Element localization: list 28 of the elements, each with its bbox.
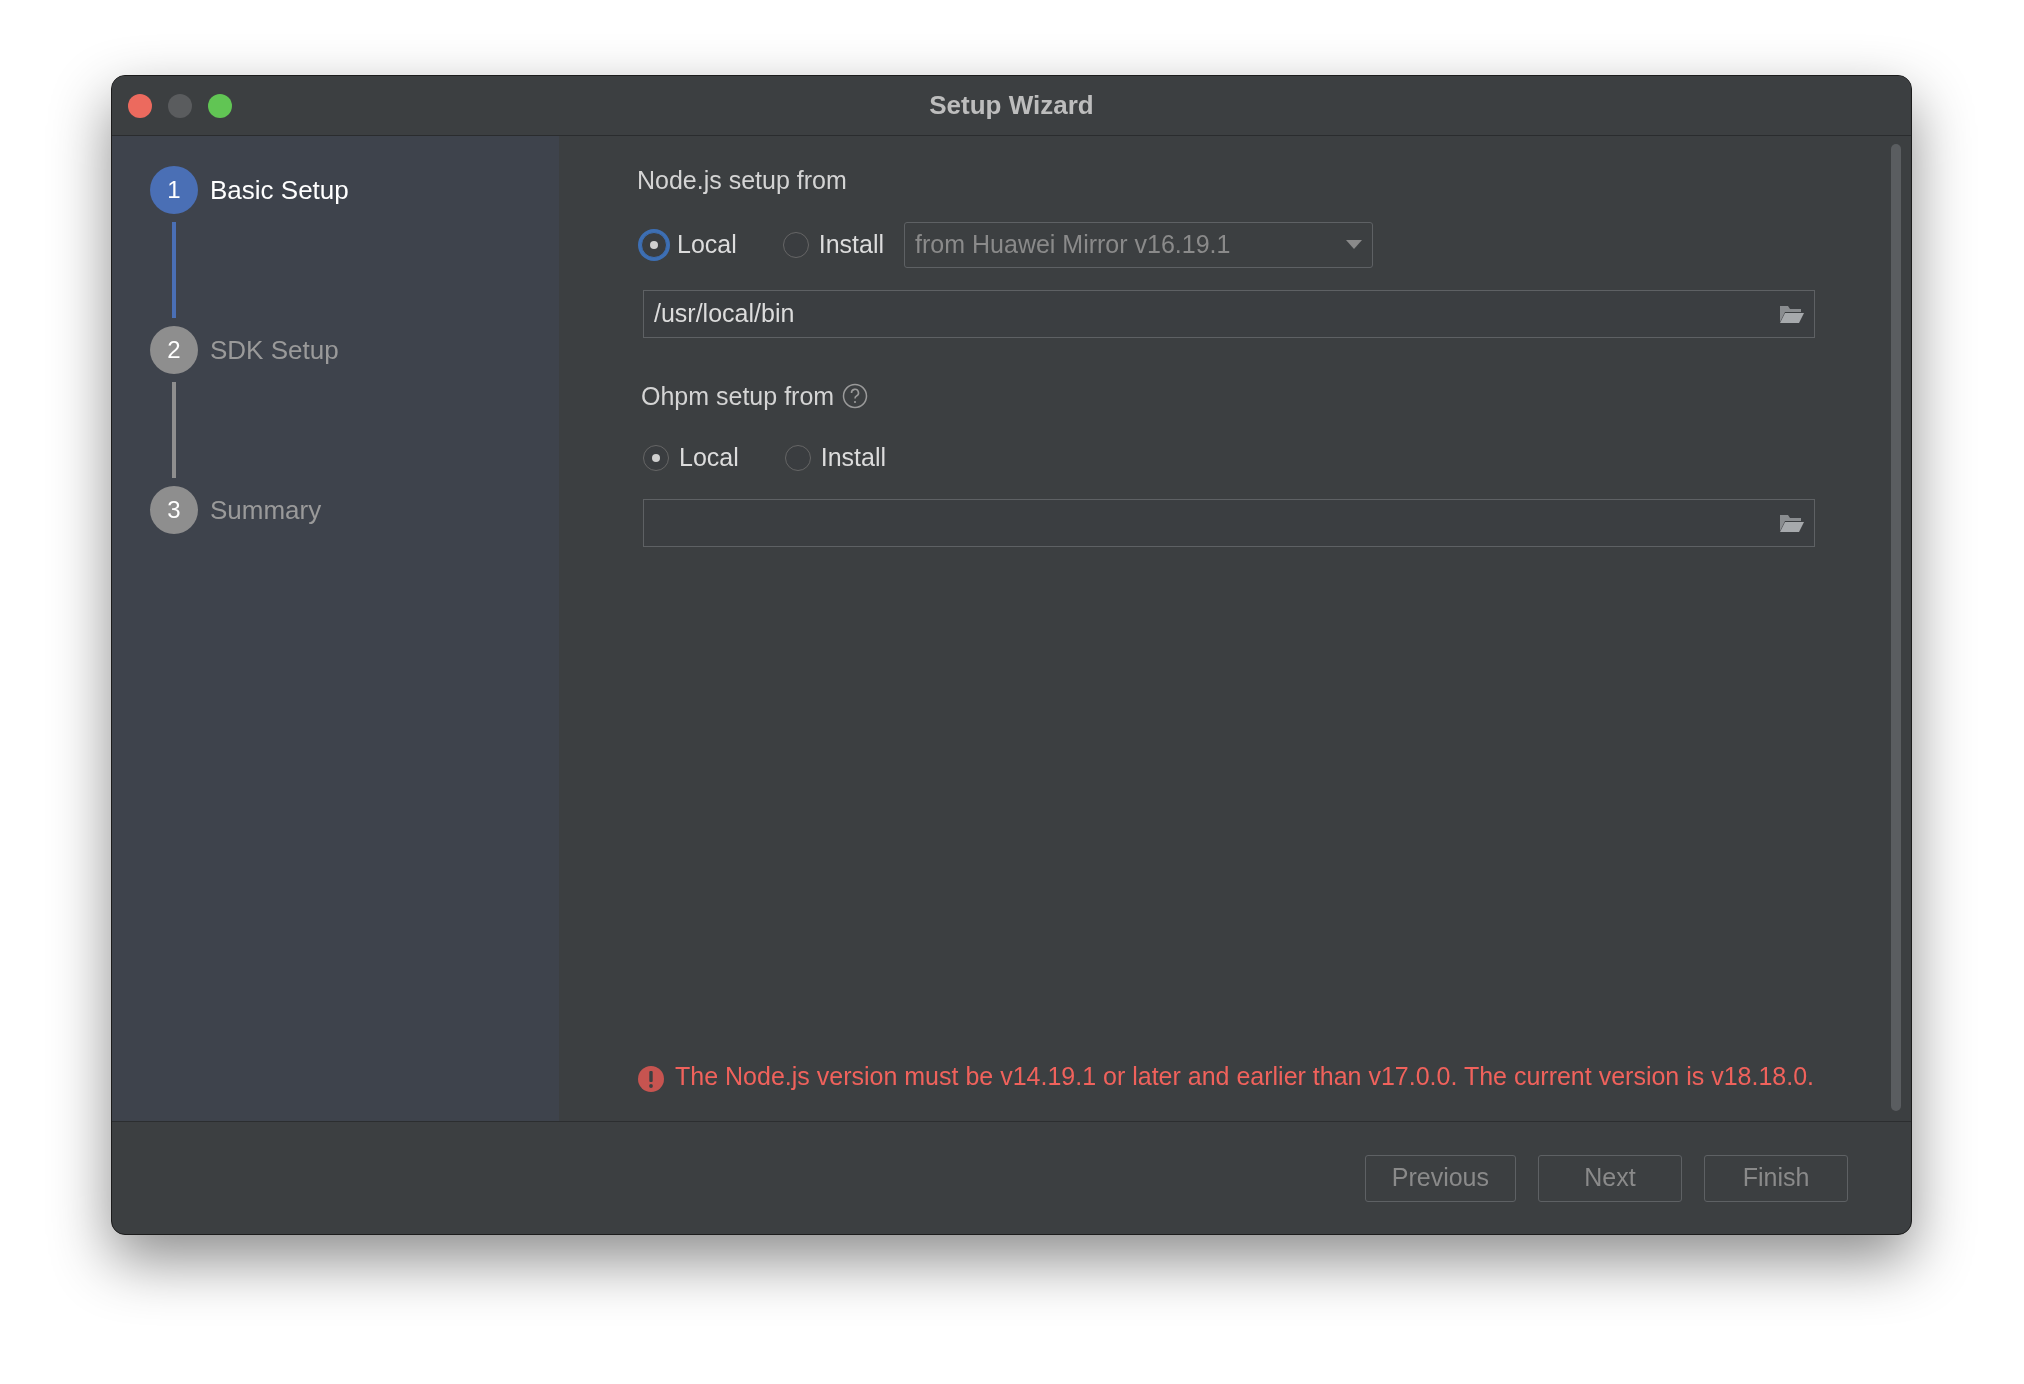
folder-icon[interactable]: [1779, 512, 1805, 533]
error-icon: [637, 1065, 665, 1093]
folder-icon[interactable]: [1779, 303, 1805, 324]
radio-option[interactable]: Install: [782, 225, 885, 264]
help-icon[interactable]: [842, 383, 869, 410]
step-label[interactable]: Basic Setup: [210, 170, 349, 210]
close-button[interactable]: [128, 93, 152, 118]
radio-button[interactable]: [784, 444, 811, 471]
radio-option[interactable]: Local: [643, 439, 739, 477]
path-field[interactable]: [643, 498, 1815, 547]
scrollbar[interactable]: [1891, 144, 1901, 1111]
radio-option[interactable]: Local: [641, 225, 737, 264]
step-number: 1: [150, 166, 198, 214]
step-number: 3: [150, 486, 198, 534]
error-message: The Node.js version must be v14.19.1 or later and earlier than v17.0.0. The current version is v18.18.0.: [675, 1061, 1815, 1092]
window-title: Setup Wizard: [929, 89, 1094, 122]
radio-button[interactable]: [643, 444, 669, 471]
section-label: Ohpm setup from: [641, 380, 835, 412]
radio-button[interactable]: [782, 231, 809, 258]
step-label[interactable]: SDK Setup: [210, 330, 339, 370]
path-field[interactable]: /usr/local/bin: [643, 289, 1815, 338]
zoom-button[interactable]: [208, 93, 232, 118]
caret-icon: [1346, 239, 1363, 250]
section-label: Node.js setup from: [637, 165, 848, 196]
step-label[interactable]: Summary: [210, 490, 322, 530]
step-number: 2: [150, 326, 198, 374]
radio-button[interactable]: [641, 231, 667, 258]
radio-option[interactable]: Install: [784, 439, 887, 477]
